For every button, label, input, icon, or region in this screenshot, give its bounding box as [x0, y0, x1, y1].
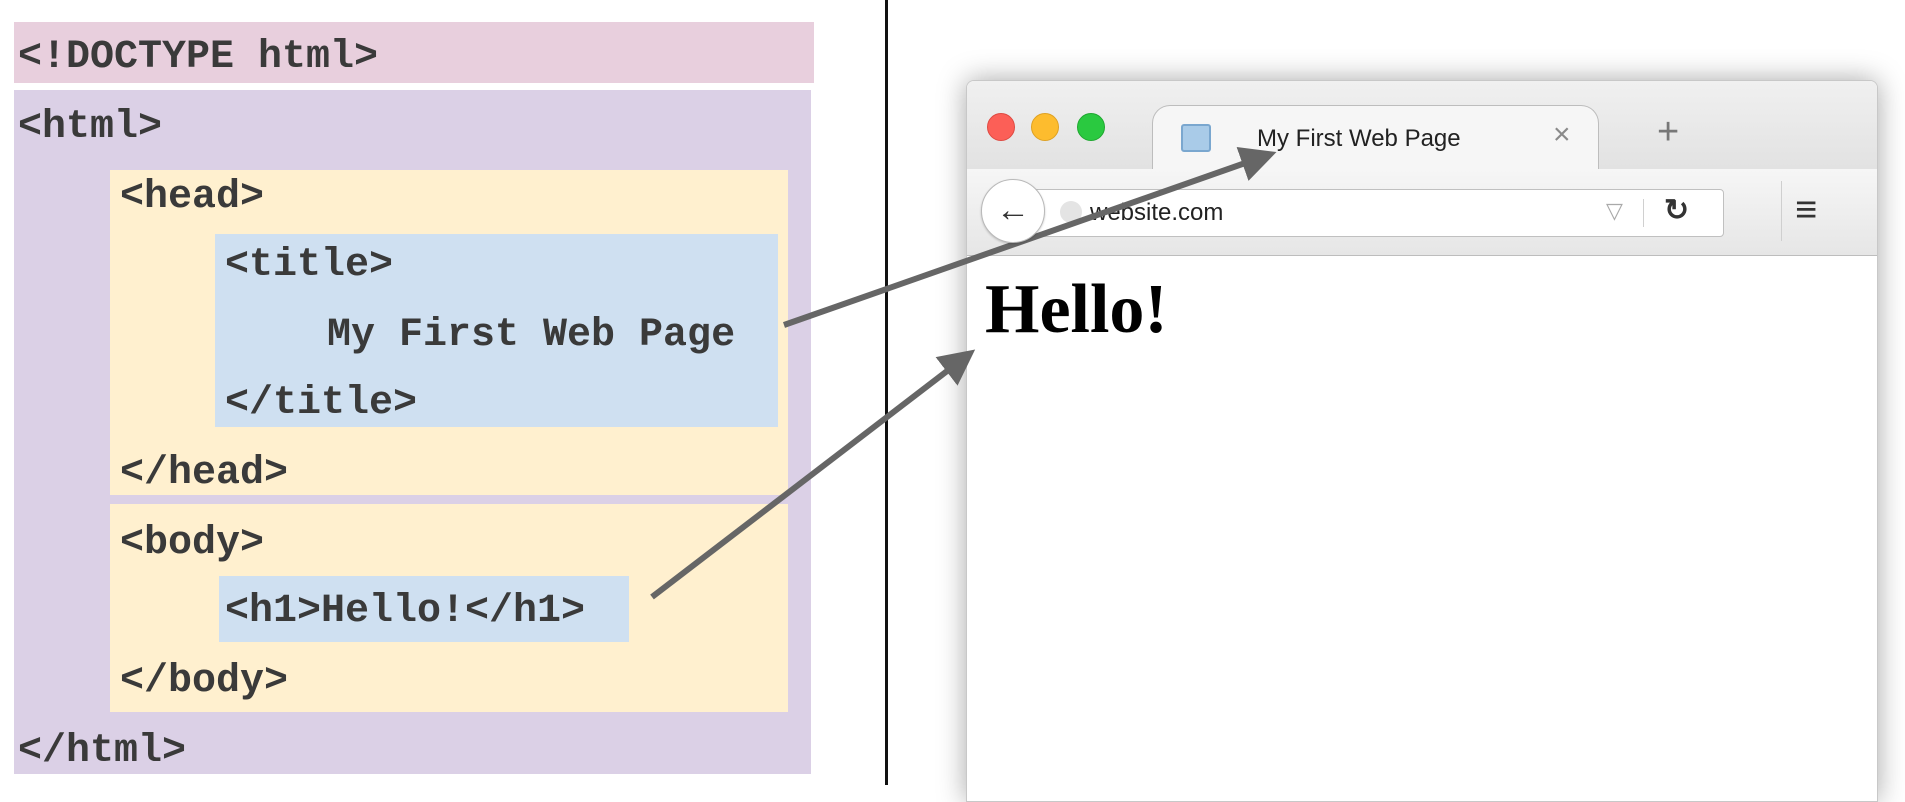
code-html-open: <html> [18, 105, 163, 150]
reload-icon[interactable]: ↻ [1664, 193, 1689, 228]
code-title-open: <title> [225, 243, 394, 288]
page-content: Hello! [967, 256, 1877, 801]
address-bar-separator [1643, 199, 1644, 227]
maximize-window-button[interactable] [1077, 113, 1105, 141]
url-text: website.com [1090, 199, 1224, 226]
browser-tab[interactable]: My First Web Page × [1152, 105, 1599, 172]
code-title-text: My First Web Page [327, 313, 736, 358]
code-html-close: </html> [18, 729, 187, 774]
code-doctype: <!DOCTYPE html> [18, 35, 379, 80]
code-title-close: </title> [225, 381, 418, 426]
page-heading: Hello! [985, 271, 1168, 348]
site-identity-icon [1060, 201, 1082, 223]
menu-icon[interactable]: ≡ [1795, 189, 1817, 232]
code-head-open: <head> [120, 175, 265, 220]
tab-close-icon[interactable]: × [1553, 118, 1571, 152]
toolbar-separator [1781, 181, 1782, 241]
code-body-close: </body> [120, 659, 289, 704]
back-arrow-icon: ← [996, 191, 1030, 229]
code-head-close: </head> [120, 451, 289, 496]
new-tab-button[interactable]: + [1657, 113, 1679, 151]
address-bar[interactable]: website.com ▽ ↻ [1027, 189, 1724, 237]
favicon-icon [1181, 124, 1211, 152]
code-body-open: <body> [120, 521, 265, 566]
browser-window: My First Web Page × + ← website.com ▽ ↻ … [966, 80, 1878, 802]
navigation-toolbar: ← website.com ▽ ↻ ≡ [967, 169, 1877, 256]
divider-line [885, 0, 888, 785]
close-window-button[interactable] [987, 113, 1015, 141]
code-h1-line: <h1>Hello!</h1> [225, 589, 586, 634]
back-button[interactable]: ← [981, 179, 1045, 243]
tab-title: My First Web Page [1257, 125, 1461, 152]
tab-bar: My First Web Page × + [967, 81, 1877, 172]
url-dropdown-icon[interactable]: ▽ [1606, 198, 1623, 224]
minimize-window-button[interactable] [1031, 113, 1059, 141]
